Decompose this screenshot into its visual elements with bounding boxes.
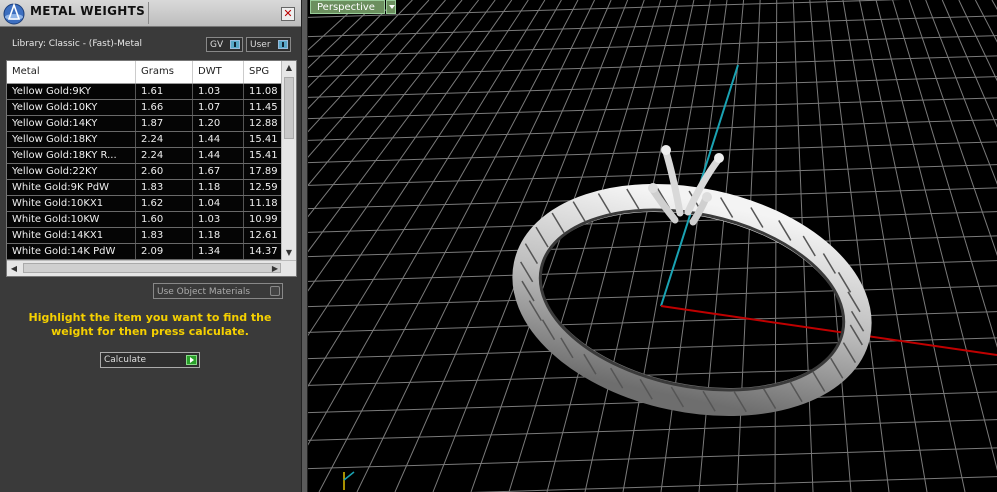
cell-metal: Yellow Gold:10KY xyxy=(7,100,136,115)
viewport-scene xyxy=(308,0,997,492)
panel-title: METAL WEIGHTS xyxy=(30,4,146,18)
table-row[interactable]: Yellow Gold:14KY 1.87 1.20 12.88 xyxy=(7,116,282,132)
cell-dwt: 1.07 xyxy=(193,100,244,115)
gv-toggle[interactable]: GV xyxy=(206,37,243,52)
table-row[interactable]: White Gold:9K PdW 1.83 1.18 12.59 xyxy=(7,180,282,196)
cell-spg: 14.37 xyxy=(244,244,282,259)
cell-metal: White Gold:14K PdW xyxy=(7,244,136,259)
cell-spg: 12.61 xyxy=(244,228,282,243)
cell-metal: Yellow Gold:14KY xyxy=(7,116,136,131)
cell-grams: 1.62 xyxy=(136,196,193,211)
cell-spg: 11.08 xyxy=(244,84,282,99)
table-row[interactable]: White Gold:14K PdW 2.09 1.34 14.37 xyxy=(7,244,282,260)
user-toggle-label: User xyxy=(250,40,271,50)
instruction-text: Highlight the item you want to find the … xyxy=(28,311,272,338)
use-object-materials-checkbox[interactable]: Use Object Materials xyxy=(153,283,283,299)
cell-metal: White Gold:10KW xyxy=(7,212,136,227)
ring-model xyxy=(512,145,872,417)
scroll-right-icon[interactable]: ▶ xyxy=(268,261,282,276)
toggle-switch-icon xyxy=(230,40,240,49)
cell-spg: 12.59 xyxy=(244,180,282,195)
gv-toggle-label: GV xyxy=(210,40,224,50)
cell-dwt: 1.18 xyxy=(193,228,244,243)
cell-spg: 15.41 xyxy=(244,132,282,147)
column-header-spg[interactable]: SPG xyxy=(244,61,282,83)
vertical-scrollbar[interactable]: ▲ ▼ xyxy=(281,61,296,260)
cell-metal: White Gold:9K PdW xyxy=(7,180,136,195)
table-header: Metal Grams DWT SPG xyxy=(7,61,282,84)
viewport-name-label[interactable]: Perspective xyxy=(310,0,385,14)
checkbox-icon xyxy=(270,286,280,296)
toggle-switch-icon xyxy=(278,40,288,49)
horizontal-scroll-thumb[interactable] xyxy=(23,263,281,273)
table-row[interactable]: White Gold:10KW 1.60 1.03 10.99 xyxy=(7,212,282,228)
cell-grams: 2.09 xyxy=(136,244,193,259)
table-row[interactable]: Yellow Gold:9KY 1.61 1.03 11.08 xyxy=(7,84,282,100)
cell-spg: 12.88 xyxy=(244,116,282,131)
metal-table: Metal Grams DWT SPG Yellow Gold:9KY 1.61 1… xyxy=(6,60,297,277)
axis-gizmo-icon xyxy=(343,471,355,490)
use-object-materials-label: Use Object Materials xyxy=(157,287,251,297)
cell-grams: 2.24 xyxy=(136,148,193,163)
cell-spg: 15.41 xyxy=(244,148,282,163)
cell-grams: 1.61 xyxy=(136,84,193,99)
horizontal-scrollbar[interactable]: ◀ ▶ xyxy=(7,260,296,276)
cell-grams: 1.83 xyxy=(136,228,193,243)
close-button[interactable]: ✕ xyxy=(281,7,295,21)
cell-dwt: 1.04 xyxy=(193,196,244,211)
grid-lines xyxy=(308,0,997,492)
column-header-grams[interactable]: Grams xyxy=(136,61,193,83)
column-header-metal[interactable]: Metal xyxy=(7,61,136,83)
user-toggle[interactable]: User xyxy=(246,37,291,52)
cell-grams: 1.83 xyxy=(136,180,193,195)
cell-grams: 2.60 xyxy=(136,164,193,179)
cell-dwt: 1.03 xyxy=(193,212,244,227)
panel-header: METAL WEIGHTS ✕ xyxy=(0,0,301,27)
cell-dwt: 1.44 xyxy=(193,132,244,147)
cell-dwt: 1.18 xyxy=(193,180,244,195)
cell-dwt: 1.03 xyxy=(193,84,244,99)
cell-spg: 11.45 xyxy=(244,100,282,115)
cell-dwt: 1.34 xyxy=(193,244,244,259)
table-row[interactable]: Yellow Gold:22KY 2.60 1.67 17.89 xyxy=(7,164,282,180)
cell-grams: 1.60 xyxy=(136,212,193,227)
cell-metal: Yellow Gold:18KY xyxy=(7,132,136,147)
cell-dwt: 1.67 xyxy=(193,164,244,179)
perspective-viewport[interactable]: Perspective xyxy=(308,0,997,492)
title-separator xyxy=(148,2,149,24)
table-row[interactable]: Yellow Gold:18KY R... 2.24 1.44 15.41 xyxy=(7,148,282,164)
cell-grams: 2.24 xyxy=(136,132,193,147)
cell-metal: White Gold:14KX1 xyxy=(7,228,136,243)
metal-weights-panel: METAL WEIGHTS ✕ Library: Classic - (Fast… xyxy=(0,0,301,492)
cell-dwt: 1.20 xyxy=(193,116,244,131)
play-arrow-icon xyxy=(186,355,197,365)
table-body: Yellow Gold:9KY 1.61 1.03 11.08 Yellow Gold:… xyxy=(7,84,282,260)
cell-metal: White Gold:10KX1 xyxy=(7,196,136,211)
vertical-scroll-thumb[interactable] xyxy=(284,77,294,139)
table-row[interactable]: White Gold:14KX1 1.83 1.18 12.61 xyxy=(7,228,282,244)
calculate-button[interactable]: Calculate xyxy=(100,352,200,368)
cell-dwt: 1.44 xyxy=(193,148,244,163)
cell-spg: 17.89 xyxy=(244,164,282,179)
cell-metal: Yellow Gold:22KY xyxy=(7,164,136,179)
table-row[interactable]: Yellow Gold:10KY 1.66 1.07 11.45 xyxy=(7,100,282,116)
close-icon: ✕ xyxy=(283,7,293,20)
cell-grams: 1.87 xyxy=(136,116,193,131)
column-header-dwt[interactable]: DWT xyxy=(193,61,244,83)
scroll-up-icon[interactable]: ▲ xyxy=(282,61,296,75)
app-logo-icon xyxy=(3,2,25,25)
scroll-down-icon[interactable]: ▼ xyxy=(282,246,296,260)
cell-grams: 1.66 xyxy=(136,100,193,115)
scroll-left-icon[interactable]: ◀ xyxy=(7,261,21,276)
table-row[interactable]: Yellow Gold:18KY 2.24 1.44 15.41 xyxy=(7,132,282,148)
calculate-label: Calculate xyxy=(104,355,147,365)
viewport-menu-dropdown-icon[interactable] xyxy=(386,0,396,14)
cell-spg: 11.18 xyxy=(244,196,282,211)
cell-spg: 10.99 xyxy=(244,212,282,227)
cell-metal: Yellow Gold:18KY R... xyxy=(7,148,136,163)
table-row[interactable]: White Gold:10KX1 1.62 1.04 11.18 xyxy=(7,196,282,212)
library-label: Library: Classic - (Fast)-Metal xyxy=(12,39,143,49)
panel-splitter[interactable] xyxy=(301,0,308,492)
cell-metal: Yellow Gold:9KY xyxy=(7,84,136,99)
